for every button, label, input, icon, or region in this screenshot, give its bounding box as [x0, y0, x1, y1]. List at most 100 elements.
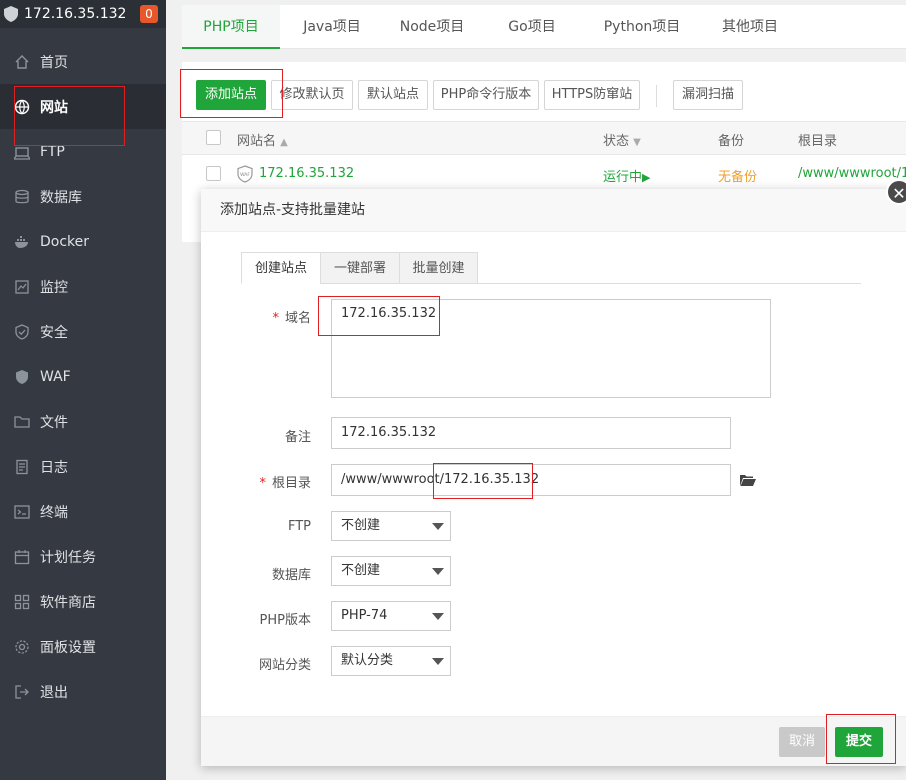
ftp-icon — [14, 144, 30, 160]
log-icon — [14, 459, 30, 475]
calendar-icon — [14, 549, 30, 565]
folder-open-icon[interactable] — [740, 474, 756, 487]
sidebar-item-logout[interactable]: 退出 — [0, 669, 166, 714]
sidebar-item-label: 软件商店 — [40, 594, 96, 611]
tab-php[interactable]: PHP项目 — [182, 5, 280, 49]
sidebar-item-label: 计划任务 — [40, 549, 96, 566]
required-mark: * — [259, 476, 266, 491]
sidebar-item-website[interactable]: 网站 — [0, 84, 166, 129]
tab-go[interactable]: Go项目 — [486, 5, 578, 49]
waf-shield-icon: WAF — [237, 165, 253, 183]
chevron-down-icon — [432, 568, 444, 575]
sidebar: 172.16.35.132 0 首页 网站 FTP 数据库 Docker 监控 … — [0, 0, 166, 780]
tab-python[interactable]: Python项目 — [586, 5, 698, 49]
toolbar-divider — [656, 85, 657, 107]
row-checkbox[interactable] — [206, 166, 221, 181]
tab-node[interactable]: Node项目 — [386, 5, 478, 49]
close-icon[interactable]: ✕ — [886, 179, 906, 205]
php-version-select[interactable]: PHP-74 — [331, 601, 451, 631]
database-select[interactable]: 不创建 — [331, 556, 451, 586]
sidebar-item-label: 面板设置 — [40, 639, 96, 656]
col-name[interactable]: 网站名 ▲ — [237, 130, 288, 149]
remark-label: 备注 — [284, 430, 311, 445]
database-label: 数据库 — [271, 568, 311, 583]
sidebar-header: 172.16.35.132 0 — [0, 0, 166, 28]
folder-icon — [14, 414, 30, 430]
sidebar-item-settings[interactable]: 面板设置 — [0, 624, 166, 669]
sidebar-item-security[interactable]: 安全 — [0, 309, 166, 354]
site-status[interactable]: 运行中▶ — [603, 166, 650, 185]
sidebar-item-ftp[interactable]: FTP — [0, 129, 166, 174]
waf-icon — [14, 369, 30, 385]
col-root: 根目录 — [798, 134, 838, 149]
category-label: 网站分类 — [258, 658, 311, 673]
home-icon — [14, 54, 30, 70]
database-icon — [14, 189, 30, 205]
dialog-footer: 取消 提交 — [201, 716, 906, 766]
sidebar-item-database[interactable]: 数据库 — [0, 174, 166, 219]
col-status-label: 状态 — [603, 134, 630, 149]
sidebar-item-label: FTP — [40, 143, 65, 160]
sidebar-item-files[interactable]: 文件 — [0, 399, 166, 444]
server-ip: 172.16.35.132 — [24, 6, 127, 22]
sort-down-icon: ▼ — [633, 137, 641, 148]
ftp-select[interactable]: 不创建 — [331, 511, 451, 541]
sidebar-item-logs[interactable]: 日志 — [0, 444, 166, 489]
logout-icon — [14, 684, 30, 700]
shield-icon — [14, 323, 30, 340]
category-select-value: 默认分类 — [341, 653, 394, 668]
sidebar-item-label: 安全 — [40, 324, 68, 341]
project-tabs: PHP项目 Java项目 Node项目 Go项目 Python项目 其他项目 — [182, 5, 906, 49]
site-status-label: 运行中 — [603, 170, 643, 185]
tab-batch-create[interactable]: 批量创建 — [399, 252, 478, 284]
https-protection-button[interactable]: HTTPS防窜站 — [544, 80, 640, 110]
play-icon: ▶ — [642, 171, 651, 184]
sidebar-item-label: 网站 — [40, 99, 68, 116]
category-select[interactable]: 默认分类 — [331, 646, 451, 676]
tab-one-click-deploy[interactable]: 一键部署 — [320, 252, 400, 284]
sidebar-item-label: 文件 — [40, 414, 68, 431]
notification-badge[interactable]: 0 — [140, 5, 158, 23]
select-all-checkbox[interactable] — [206, 130, 221, 145]
cancel-button[interactable]: 取消 — [779, 727, 825, 757]
site-name-link[interactable]: 172.16.35.132 — [259, 166, 354, 181]
remark-input[interactable]: 172.16.35.132 — [331, 417, 731, 449]
edit-default-page-button[interactable]: 修改默认页 — [271, 80, 353, 110]
sidebar-item-store[interactable]: 软件商店 — [0, 579, 166, 624]
sidebar-item-home[interactable]: 首页 — [0, 39, 166, 84]
php-cli-version-button[interactable]: PHP命令行版本 — [433, 80, 539, 110]
php-version-select-value: PHP-74 — [341, 608, 388, 623]
site-backup[interactable]: 无备份 — [718, 166, 757, 185]
sidebar-item-waf[interactable]: WAF — [0, 354, 166, 399]
domain-label: * 域名 — [201, 307, 311, 326]
sidebar-item-cron[interactable]: 计划任务 — [0, 534, 166, 579]
domain-textarea[interactable]: 172.16.35.132 — [331, 299, 771, 398]
tab-java[interactable]: Java项目 — [286, 5, 378, 49]
vuln-scan-button[interactable]: 漏洞扫描 — [673, 80, 743, 110]
submit-button[interactable]: 提交 — [835, 727, 883, 757]
sidebar-item-terminal[interactable]: 终端 — [0, 489, 166, 534]
ftp-label: FTP — [287, 519, 311, 534]
sidebar-item-label: 监控 — [40, 279, 68, 296]
monitor-icon — [14, 279, 30, 295]
add-site-dialog: 添加站点-支持批量建站 创建站点 一键部署 批量创建 * 域名 172.16.35… — [201, 189, 906, 766]
tab-create-site[interactable]: 创建站点 — [241, 252, 321, 284]
sidebar-item-monitor[interactable]: 监控 — [0, 264, 166, 309]
site-root-link[interactable]: /www/wwwroot/17 — [798, 166, 906, 181]
apps-icon — [14, 594, 30, 610]
col-backup: 备份 — [718, 134, 745, 149]
database-select-value: 不创建 — [341, 563, 381, 578]
sidebar-item-docker[interactable]: Docker — [0, 219, 166, 264]
gear-icon — [14, 639, 30, 655]
sort-up-icon: ▲ — [280, 137, 288, 148]
php-version-label: PHP版本 — [259, 613, 311, 628]
col-name-label: 网站名 — [237, 134, 277, 149]
root-dir-label: * 根目录 — [201, 472, 311, 491]
default-site-button[interactable]: 默认站点 — [358, 80, 428, 110]
root-dir-label-text: 根目录 — [271, 476, 311, 491]
root-dir-input[interactable]: /www/wwwroot/172.16.35.132 — [331, 464, 731, 496]
required-mark: * — [272, 311, 279, 326]
add-site-button[interactable]: 添加站点 — [196, 80, 266, 110]
tab-other[interactable]: 其他项目 — [704, 5, 796, 49]
col-status[interactable]: 状态 ▼ — [603, 130, 641, 149]
